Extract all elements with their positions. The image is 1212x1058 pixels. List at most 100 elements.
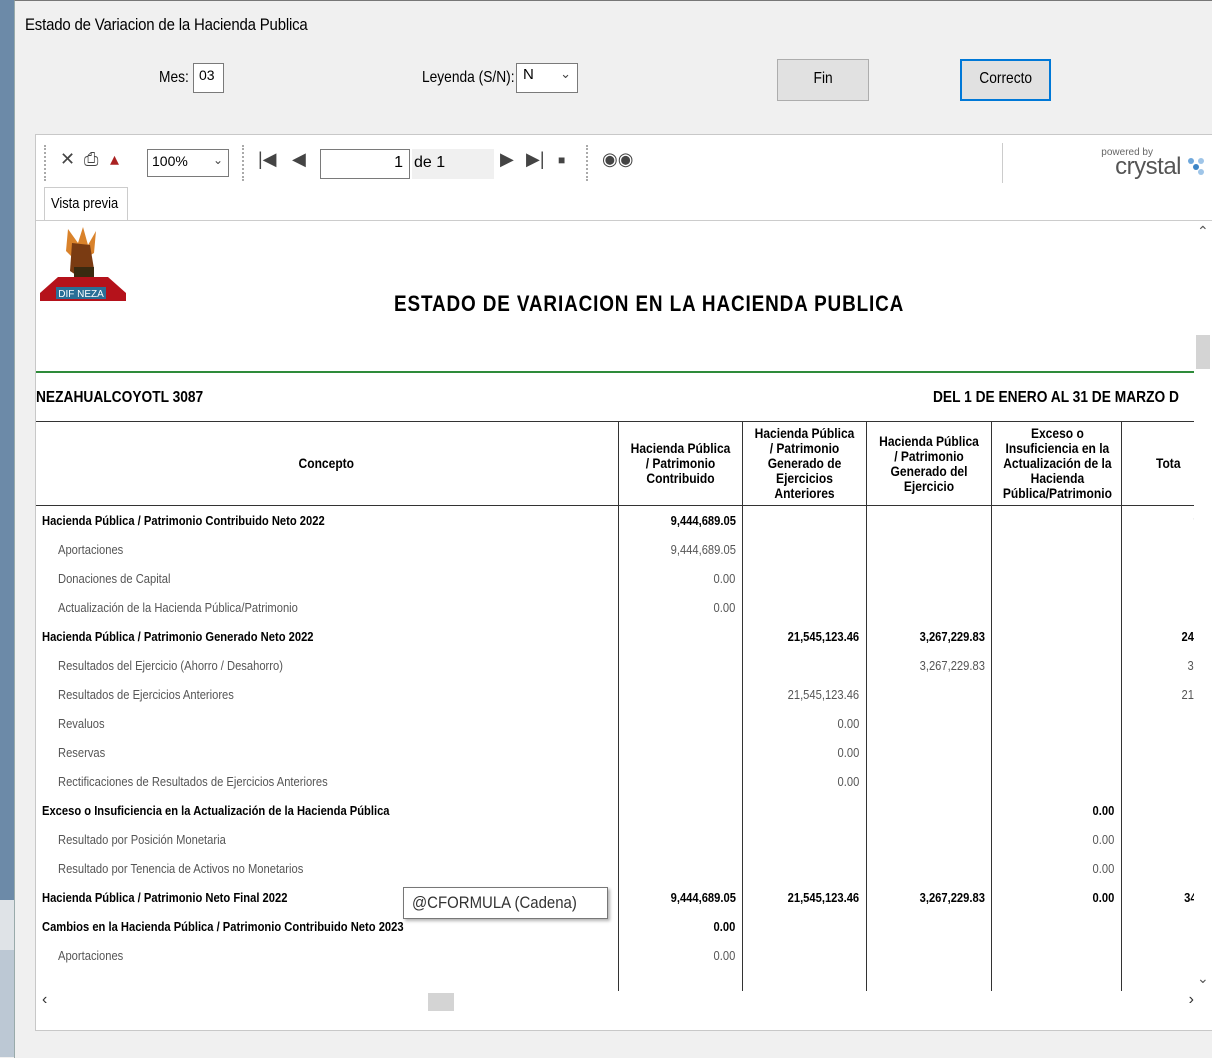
concept-cell: Rectificaciones de Resultados de Ejercic…	[36, 767, 619, 796]
table-row: Exceso o Insuficiencia en la Actualizaci…	[36, 796, 1196, 825]
header-concepto: Concepto	[36, 421, 619, 506]
value-cell	[741, 825, 867, 854]
value-cell	[990, 941, 1122, 970]
report-title: ESTADO DE VARIACION EN LA HACIENDA PUBLI…	[394, 291, 905, 316]
table-row: Hacienda Pública / Patrimonio Neto Final…	[36, 883, 1196, 912]
leyenda-select[interactable]: N ⌄	[516, 63, 578, 93]
value-cell	[865, 854, 992, 883]
table-row: Cambios en la Hacienda Pública / Patrimo…	[36, 912, 1196, 941]
page-number-input[interactable]: 1	[320, 149, 410, 179]
print-icon[interactable]: ⎙	[84, 149, 98, 170]
previous-page-icon[interactable]: ◀	[292, 149, 306, 170]
green-divider	[36, 371, 1196, 373]
concept-cell: Revaluos	[36, 709, 619, 738]
table-row	[36, 970, 1196, 991]
table-row: Reservas 0.00	[36, 738, 1196, 767]
value-cell: 0.00	[617, 912, 743, 941]
value-cell	[865, 941, 992, 970]
report-period: DEL 1 DE ENERO AL 31 DE MARZO D	[933, 389, 1179, 406]
dialog-window: Estado de Variacion de la Hacienda Publi…	[14, 0, 1212, 1058]
value-cell	[865, 970, 992, 991]
value-cell	[865, 912, 992, 941]
value-cell	[1120, 912, 1196, 941]
scroll-left-icon[interactable]: ‹	[42, 991, 47, 1009]
table-row: Resultados del Ejercicio (Ahorro / Desah…	[36, 651, 1196, 680]
viewer-toolbar: ✕ ⎙ ▴ 100% ⌄ |◀ ◀ 1 de 1 ▶ ▶| ■ ◉◉ power…	[42, 143, 1210, 183]
value-cell	[990, 912, 1122, 941]
correcto-button[interactable]: Correcto	[960, 59, 1051, 101]
concept-cell: Resultado por Posición Monetaria	[36, 825, 619, 854]
concept-cell	[36, 970, 619, 991]
horizontal-scroll-thumb[interactable]	[428, 993, 454, 1011]
value-cell	[617, 680, 743, 709]
value-cell: 3,267,229.83	[865, 651, 992, 680]
value-cell	[865, 767, 992, 796]
value-cell: 9,444,689.05	[617, 505, 743, 535]
zoom-select[interactable]: 100% ⌄	[147, 149, 229, 177]
value-cell: 34,2!	[1120, 883, 1196, 912]
horizontal-scrollbar[interactable]: ‹ ›	[36, 991, 1212, 1013]
value-cell	[617, 709, 743, 738]
close-icon[interactable]: ✕	[60, 149, 75, 170]
leyenda-selected-value: N	[523, 66, 534, 83]
value-cell	[865, 738, 992, 767]
crystal-branding: powered by crystal	[1002, 143, 1211, 183]
export-icon[interactable]: ▴	[110, 149, 119, 170]
fin-button[interactable]: Fin	[777, 59, 869, 101]
value-cell	[865, 709, 992, 738]
formula-tooltip: @CFORMULA (Cadena)	[403, 887, 609, 919]
value-cell: 21,545,123.46	[741, 883, 867, 912]
chevron-down-icon: ⌄	[212, 153, 223, 167]
value-cell	[617, 796, 743, 825]
value-cell: 3,26	[1120, 651, 1196, 680]
concept-cell: Aportaciones	[36, 941, 619, 970]
binoculars-search-icon[interactable]: ◉◉	[602, 149, 633, 170]
vertical-scrollbar[interactable]: ⌃ ⌄	[1194, 221, 1212, 991]
last-page-icon[interactable]: ▶|	[526, 149, 545, 170]
vertical-scroll-thumb[interactable]	[1196, 335, 1210, 369]
value-cell	[865, 680, 992, 709]
chevron-down-icon: ⌄	[560, 66, 571, 81]
value-cell: 3,267,229.83	[865, 883, 992, 912]
mes-label: Mes:	[159, 69, 189, 86]
value-cell	[990, 535, 1122, 564]
report-entity: NEZAHUALCOYOTL 3087	[36, 389, 204, 406]
concept-cell: Resultados de Ejercicios Anteriores	[36, 680, 619, 709]
window-title: Estado de Variacion de la Hacienda Publi…	[25, 15, 308, 34]
scroll-up-icon[interactable]: ⌃	[1197, 223, 1209, 240]
value-cell: 21,54	[1120, 680, 1196, 709]
header-contribuido: Hacienda Pública / Patrimonio Contribuid…	[617, 421, 743, 506]
value-cell	[865, 796, 992, 825]
value-cell	[741, 651, 867, 680]
concept-cell: Resultados del Ejercicio (Ahorro / Desah…	[36, 651, 619, 680]
scroll-down-icon[interactable]: ⌄	[1197, 970, 1209, 987]
concept-cell: Hacienda Pública / Patrimonio Generado N…	[36, 622, 619, 651]
tab-vista-previa[interactable]: Vista previa	[44, 187, 128, 220]
next-page-icon[interactable]: ▶	[500, 149, 514, 170]
table-row: Aportaciones9,444,689.05 9,4	[36, 535, 1196, 564]
value-cell	[1120, 970, 1196, 991]
concept-cell: Aportaciones	[36, 535, 619, 564]
value-cell	[617, 854, 743, 883]
value-cell	[1120, 738, 1196, 767]
report-table: Concepto Hacienda Pública / Patrimonio C…	[36, 421, 1196, 991]
report-page: DIF NEZA ESTADO DE VARIACION EN LA HACIE…	[36, 221, 1196, 991]
stop-icon[interactable]: ■	[558, 153, 565, 167]
mes-input[interactable]: 03	[193, 63, 224, 93]
value-cell	[741, 564, 867, 593]
dif-neza-logo: DIF NEZA	[40, 227, 126, 301]
scroll-right-icon[interactable]: ›	[1189, 991, 1194, 1009]
value-cell	[741, 970, 867, 991]
value-cell: 0.00	[741, 709, 867, 738]
value-cell	[1120, 825, 1196, 854]
header-generado-anteriores: Hacienda Pública / Patrimonio Generado d…	[741, 421, 867, 506]
value-cell: 0.00	[617, 941, 743, 970]
value-cell: 0.00	[990, 854, 1122, 883]
value-cell	[990, 767, 1122, 796]
first-page-icon[interactable]: |◀	[258, 149, 277, 170]
value-cell	[617, 622, 743, 651]
value-cell	[617, 738, 743, 767]
value-cell: 9,4	[1120, 505, 1196, 535]
value-cell	[990, 593, 1122, 622]
value-cell	[990, 564, 1122, 593]
